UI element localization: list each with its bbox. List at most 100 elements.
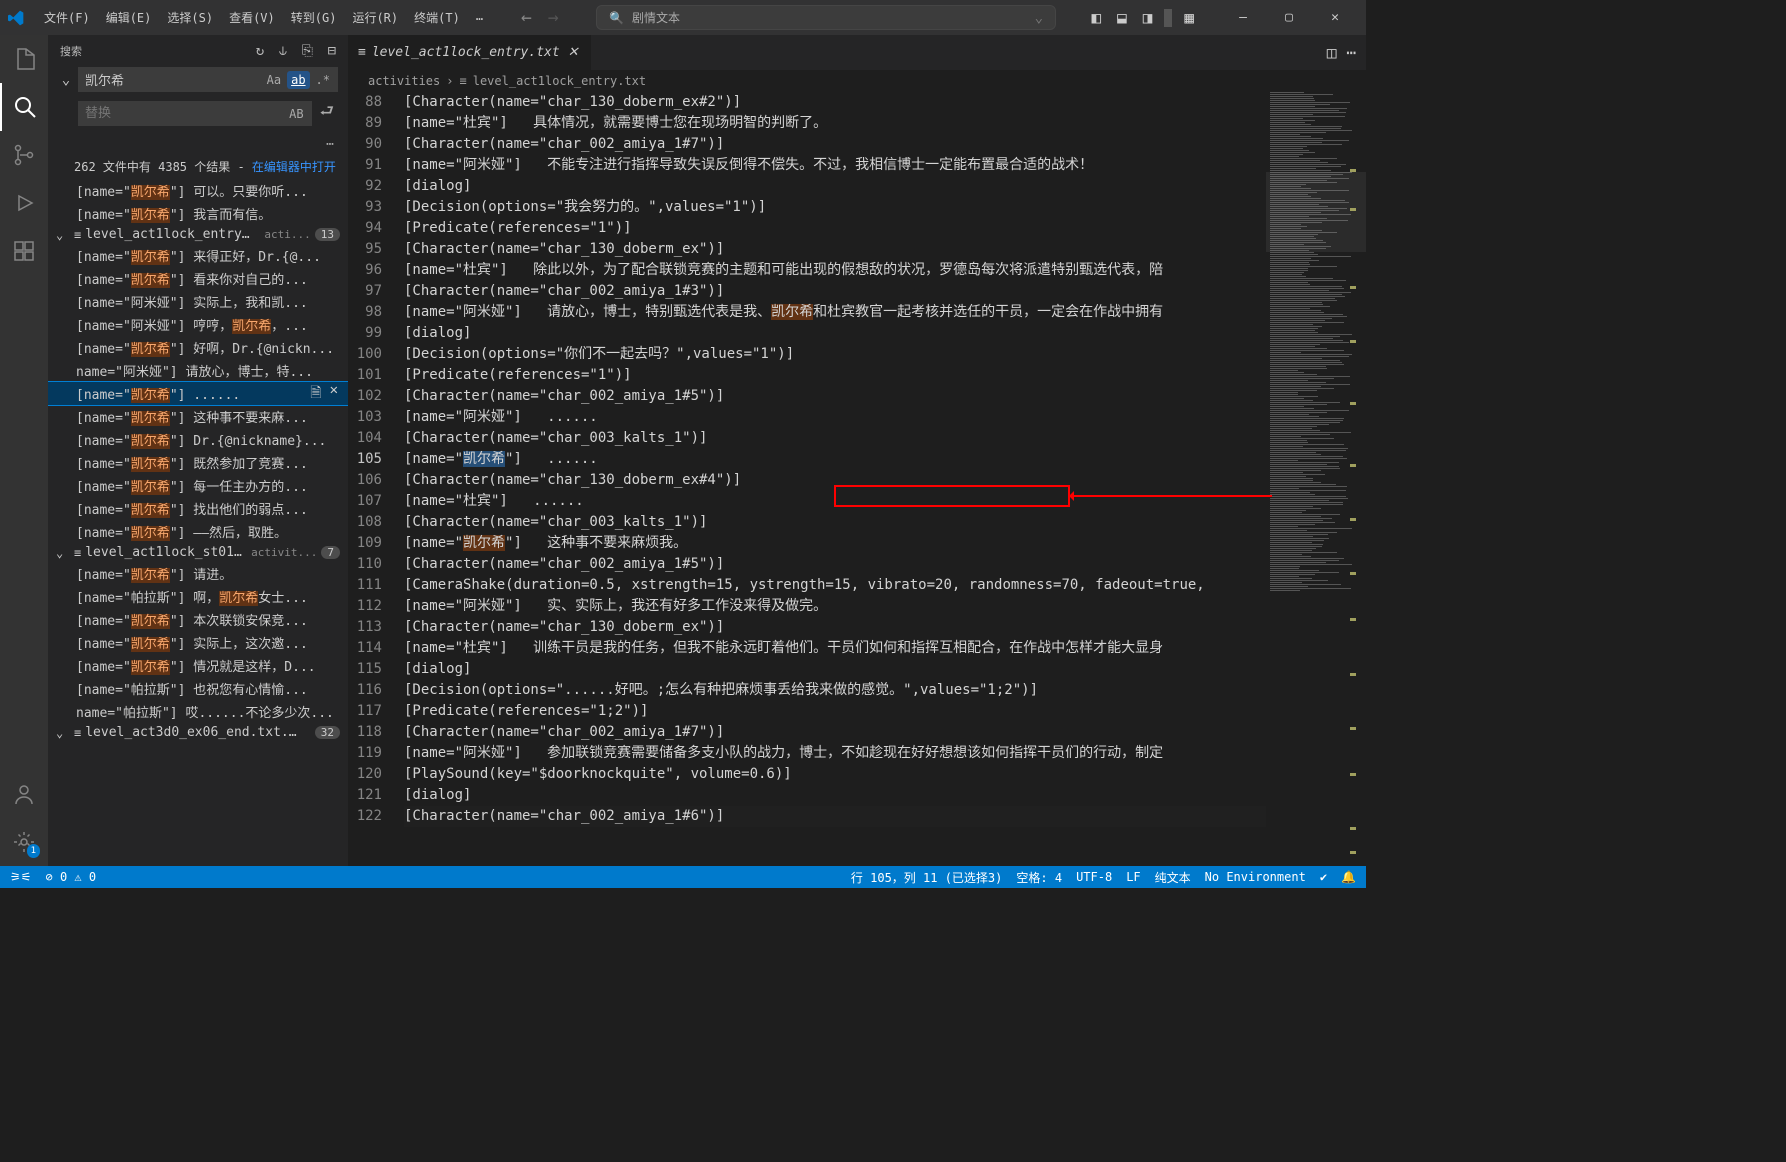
match-count-badge: 32: [315, 726, 340, 739]
replace-match-icon[interactable]: 🗎: [308, 380, 323, 408]
back-icon[interactable]: ←: [515, 3, 538, 32]
search-result-line[interactable]: [name="凯尔希"] ......🗎✕: [48, 382, 348, 405]
search-result-line[interactable]: [name="凯尔希"] 看来你对自己的...: [48, 267, 348, 290]
account-icon[interactable]: [0, 770, 48, 818]
status-item[interactable]: ✔: [1320, 870, 1327, 884]
file-icon: ≡: [459, 74, 466, 88]
status-item[interactable]: No Environment: [1205, 870, 1306, 884]
status-item[interactable]: 行 105，列 11 (已选择3): [851, 869, 1002, 886]
search-result-file[interactable]: ⌄≡level_act1lock_st01.txtactivit...7: [48, 543, 348, 562]
editor-tab[interactable]: ≡ level_act1lock_entry.txt ✕: [348, 35, 592, 70]
code-content[interactable]: [Character(name="char_130_doberm_ex#2")]…: [404, 92, 1266, 866]
status-item[interactable]: UTF-8: [1076, 870, 1112, 884]
layout-sidebar-left-icon[interactable]: ◧: [1087, 4, 1105, 31]
menu-item[interactable]: 选择(S): [159, 5, 221, 30]
status-item[interactable]: LF: [1126, 870, 1140, 884]
extensions-icon[interactable]: [0, 227, 48, 275]
search-result-file[interactable]: ⌄≡level_act1lock_entry.txtacti...13: [48, 225, 348, 244]
close-tab-icon[interactable]: ✕: [566, 43, 581, 62]
replace-all-icon[interactable]: ⮐: [316, 96, 338, 131]
clear-results-icon[interactable]: ⫝: [279, 43, 287, 59]
open-in-editor-link[interactable]: 在编辑器中打开: [252, 160, 336, 174]
search-result-line[interactable]: [name="帕拉斯"] 啊，凯尔希女士...: [48, 585, 348, 608]
menu-item[interactable]: 查看(V): [221, 5, 283, 30]
replace-input[interactable]: [78, 101, 312, 126]
search-result-line[interactable]: [name="凯尔希"] 这种事不要来麻...: [48, 405, 348, 428]
match-count-badge: 13: [315, 228, 340, 241]
search-result-line[interactable]: name="帕拉斯"] 哎......不论多少次...: [48, 700, 348, 723]
customize-layout-icon[interactable]: ▦: [1180, 4, 1198, 31]
search-result-line[interactable]: [name="凯尔希"] 可以。只要你听...: [48, 179, 348, 202]
search-result-line[interactable]: [name="凯尔希"] Dr.{@nickname}...: [48, 428, 348, 451]
errors-warnings[interactable]: ⊘ 0 ⚠ 0: [46, 870, 97, 884]
status-item[interactable]: 🔔: [1341, 870, 1356, 884]
command-center-box[interactable]: 🔍 剧情文本: [596, 5, 1056, 30]
menu-item[interactable]: 运行(R): [344, 5, 406, 30]
close-icon[interactable]: ✕: [1312, 0, 1358, 35]
forward-icon[interactable]: →: [542, 3, 565, 32]
new-search-editor-icon[interactable]: ⎘: [302, 43, 313, 59]
minimize-icon[interactable]: —: [1220, 0, 1266, 35]
refresh-icon[interactable]: ↻: [256, 43, 264, 59]
toggle-replace-icon[interactable]: ⌄: [58, 72, 74, 88]
search-header-actions: ↻ ⫝ ⎘ ⊟: [248, 43, 336, 59]
collapse-all-icon[interactable]: ⊟: [328, 43, 336, 59]
dismiss-match-icon[interactable]: ✕: [328, 380, 340, 408]
debug-icon[interactable]: [0, 179, 48, 227]
separator: [1164, 9, 1172, 27]
layout-controls: ◧ ⬓ ◨ ▦: [1087, 4, 1198, 31]
search-result-line[interactable]: [name="凯尔希"] 找出他们的弱点...: [48, 497, 348, 520]
search-result-file[interactable]: ⌄≡level_act3d0_ex06_end.txt...32: [48, 723, 348, 742]
match-case-icon[interactable]: Aa: [263, 71, 285, 89]
search-icon[interactable]: [0, 83, 48, 131]
search-result-line[interactable]: [name="凯尔希"] ——然后，取胜。: [48, 520, 348, 543]
status-item[interactable]: 纯文本: [1155, 869, 1191, 886]
line-numbers: 8889909192939495969798991001011021031041…: [348, 92, 404, 866]
search-result-line[interactable]: [name="阿米娅"] 实际上，我和凯...: [48, 290, 348, 313]
maximize-icon[interactable]: ▢: [1266, 0, 1312, 35]
search-result-line[interactable]: [name="帕拉斯"] 也祝您有心情愉...: [48, 677, 348, 700]
menu-item[interactable]: 文件(F): [36, 5, 98, 30]
search-result-line[interactable]: [name="凯尔希"] 来得正好，Dr.{@...: [48, 244, 348, 267]
preserve-case-icon[interactable]: AB: [285, 105, 307, 123]
search-icon: 🔍: [609, 11, 624, 25]
layout-panel-icon[interactable]: ⬓: [1113, 4, 1131, 31]
search-result-line[interactable]: name="阿米娅"] 请放心，博士，特...: [48, 359, 348, 382]
menu-item[interactable]: 终端(T): [406, 5, 468, 30]
explorer-icon[interactable]: [0, 35, 48, 83]
search-result-line[interactable]: [name="凯尔希"] 实际上，这次邀...: [48, 631, 348, 654]
editor-actions: ◫ ⋯: [1327, 43, 1356, 62]
menu-bar: 文件(F)编辑(E)选择(S)查看(V)转到(G)运行(R)终端(T)…: [36, 5, 491, 30]
regex-icon[interactable]: .*: [312, 71, 334, 89]
source-control-icon[interactable]: [0, 131, 48, 179]
search-result-line[interactable]: [name="凯尔希"] 本次联锁安保竞...: [48, 608, 348, 631]
settings-gear-icon[interactable]: 1: [0, 818, 48, 866]
summary-text: 262 文件中有 4385 个结果 -: [74, 160, 252, 174]
match-count-badge: 7: [321, 546, 340, 559]
remote-indicator-icon[interactable]: ⚞⚟: [10, 870, 32, 884]
menu-item[interactable]: 编辑(E): [98, 5, 160, 30]
breadcrumb-item[interactable]: activities: [368, 74, 440, 88]
titlebar: 文件(F)编辑(E)选择(S)查看(V)转到(G)运行(R)终端(T)… ← →…: [0, 0, 1366, 35]
breadcrumb-item[interactable]: level_act1lock_entry.txt: [473, 74, 646, 88]
command-center-text: 剧情文本: [632, 9, 680, 26]
more-actions-icon[interactable]: ⋯: [1346, 43, 1356, 62]
menu-item[interactable]: 转到(G): [283, 5, 345, 30]
search-result-line[interactable]: [name="阿米娅"] 哼哼，凯尔希，...: [48, 313, 348, 336]
search-result-line[interactable]: [name="凯尔希"] 请进。: [48, 562, 348, 585]
search-result-line[interactable]: [name="凯尔希"] 既然参加了竞赛...: [48, 451, 348, 474]
breadcrumbs[interactable]: activities›≡ level_act1lock_entry.txt: [348, 70, 1366, 92]
status-item[interactable]: 空格: 4: [1016, 869, 1062, 886]
status-bar: ⚞⚟ ⊘ 0 ⚠ 0 行 105，列 11 (已选择3) 空格: 4 UTF-8 LF…: [0, 866, 1366, 888]
search-result-line[interactable]: [name="凯尔希"] 情况就是这样，D...: [48, 654, 348, 677]
toggle-search-details-icon[interactable]: ⋯: [326, 137, 334, 152]
search-result-line[interactable]: [name="凯尔希"] 好啊，Dr.{@nickn...: [48, 336, 348, 359]
sidebar-title: 搜索: [60, 43, 248, 59]
split-editor-icon[interactable]: ◫: [1327, 43, 1337, 62]
match-whole-word-icon[interactable]: ab: [287, 71, 309, 89]
search-result-line[interactable]: [name="凯尔希"] 我言而有信。: [48, 202, 348, 225]
search-result-line[interactable]: [name="凯尔希"] 每一任主办方的...: [48, 474, 348, 497]
menu-item[interactable]: …: [468, 5, 491, 30]
search-results-tree[interactable]: [name="凯尔希"] 可以。只要你听...[name="凯尔希"] 我言而有…: [48, 179, 348, 866]
layout-sidebar-right-icon[interactable]: ◨: [1139, 4, 1157, 31]
